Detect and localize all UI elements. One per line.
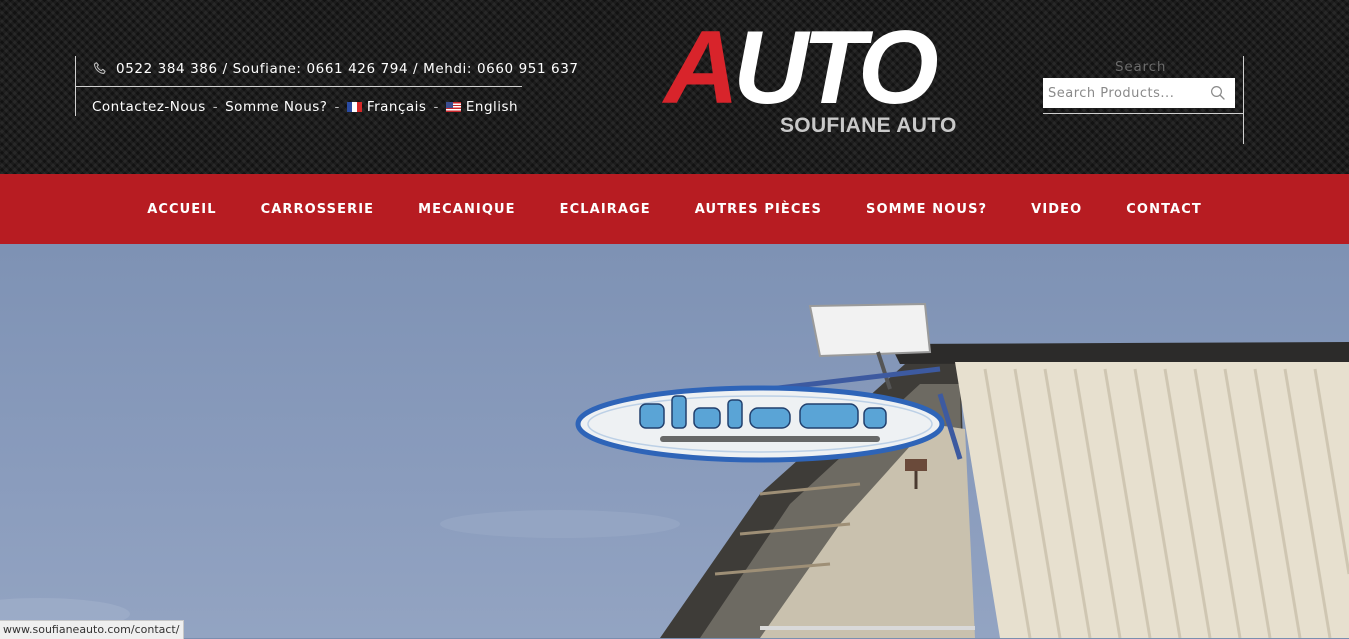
- top-links: Contactez-Nous - Somme Nous? - Français …: [92, 97, 518, 117]
- phone-row: 0522 384 386 / Soufiane: 0661 426 794 / …: [92, 58, 579, 80]
- nav-item-contact[interactable]: CONTACT: [1126, 202, 1202, 217]
- nav-item-mecanique[interactable]: MECANIQUE: [418, 202, 516, 217]
- lang-fr-label: Français: [366, 99, 427, 115]
- nav-item-eclairage[interactable]: ECLAIRAGE: [560, 202, 651, 217]
- nav-item-autres-pieces[interactable]: AUTRES PIÈCES: [695, 202, 822, 217]
- phone-icon: [93, 62, 106, 75]
- site-logo[interactable]: AUTO SOUFIANE AUTO: [660, 16, 956, 140]
- contact-link[interactable]: Contactez-Nous: [92, 99, 206, 115]
- flag-fr-icon: [346, 102, 362, 112]
- separator: -: [334, 99, 340, 115]
- search-widget: Search: [1043, 56, 1244, 144]
- contact-divider: [76, 86, 522, 87]
- phone-numbers: 0522 384 386 / Soufiane: 0661 426 794 / …: [116, 61, 579, 77]
- separator: -: [212, 99, 219, 115]
- search-underline: [1043, 113, 1243, 114]
- nav-item-video[interactable]: VIDEO: [1031, 202, 1082, 217]
- nav-item-carrosserie[interactable]: CARROSSERIE: [261, 202, 375, 217]
- browser-status-bar: www.soufianeauto.com/contact/: [0, 620, 185, 639]
- nav-item-somme-nous[interactable]: SOMME NOUS?: [866, 202, 987, 217]
- lang-en-link[interactable]: English: [445, 99, 519, 115]
- hero-image: [0, 244, 1349, 638]
- logo-letter-a: A: [664, 10, 739, 126]
- site-header: 0522 384 386 / Soufiane: 0661 426 794 / …: [0, 0, 1349, 174]
- lang-fr-link[interactable]: Français: [346, 99, 427, 115]
- search-icon[interactable]: [1209, 84, 1227, 102]
- logo-subtitle: SOUFIANE AUTO: [780, 114, 957, 137]
- logo-wordmark: AUTO: [664, 16, 939, 120]
- about-link[interactable]: Somme Nous?: [225, 99, 327, 115]
- lang-en-label: English: [465, 99, 519, 115]
- separator: -: [433, 99, 439, 115]
- storefront-illustration: [0, 302, 1349, 638]
- flag-us-icon: [445, 102, 461, 112]
- logo-letters-uto: UTO: [733, 10, 939, 126]
- nav-item-accueil[interactable]: ACCUEIL: [147, 202, 216, 217]
- search-label: Search: [1115, 59, 1167, 75]
- search-input[interactable]: [1043, 78, 1208, 108]
- contact-info-box: 0522 384 386 / Soufiane: 0661 426 794 / …: [75, 56, 578, 117]
- search-box: [1043, 78, 1235, 108]
- main-nav: ACCUEIL CARROSSERIE MECANIQUE ECLAIRAGE …: [0, 174, 1349, 244]
